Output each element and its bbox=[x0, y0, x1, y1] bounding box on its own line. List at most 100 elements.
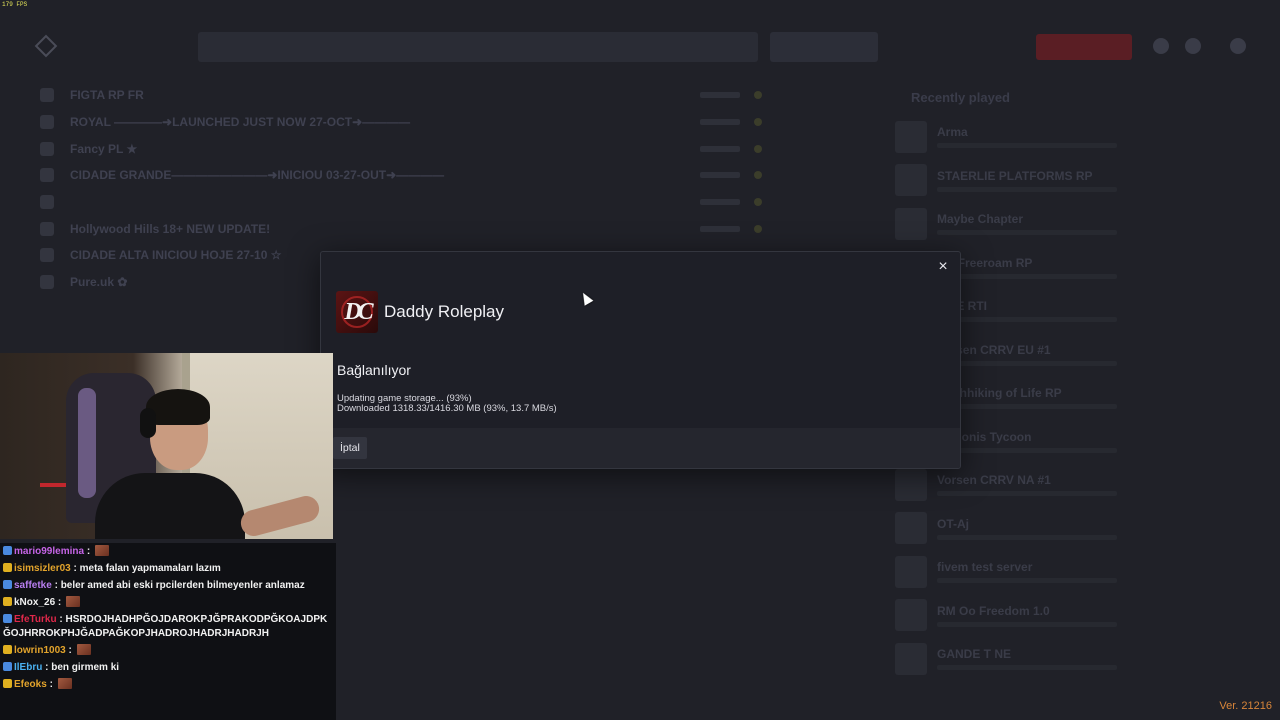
server-row[interactable]: Fancy PL ★ bbox=[30, 135, 780, 162]
ping-icon bbox=[754, 171, 762, 180]
chat-username[interactable]: EfeTurku bbox=[14, 614, 57, 625]
server-name: Pure.uk ✿ bbox=[70, 275, 128, 290]
player-bar bbox=[700, 172, 740, 179]
subtitle-bar bbox=[937, 230, 1117, 236]
player-bar bbox=[700, 225, 740, 232]
recent-server-item[interactable]: Vorsen CRRV NA #1 bbox=[895, 463, 1245, 507]
ping-icon bbox=[754, 224, 762, 233]
recent-server-name: Vorsen CRRV EU #1 bbox=[937, 342, 1051, 357]
server-search-input[interactable] bbox=[198, 32, 758, 62]
subtitle-bar bbox=[937, 491, 1117, 497]
chat-text: meta falan yapmamaları lazım bbox=[79, 562, 221, 574]
chat-text: ben girmem ki bbox=[51, 661, 120, 673]
filter-button[interactable] bbox=[770, 32, 878, 62]
stream-chat: mario99lemina : isimsizler03 : meta fala… bbox=[0, 543, 336, 720]
chat-username[interactable]: IlEbru bbox=[14, 662, 42, 673]
server-row[interactable]: ROYAL ————➜LAUNCHED JUST NOW 27-OCT➜———— bbox=[30, 109, 780, 136]
server-thumbnail bbox=[895, 599, 927, 632]
chat-emote-icon bbox=[66, 595, 81, 607]
top-bar bbox=[0, 28, 1280, 68]
server-thumbnail bbox=[895, 207, 927, 240]
recent-server-item[interactable]: Arma bbox=[895, 115, 1245, 159]
chat-username[interactable]: isimsizler03 bbox=[14, 563, 71, 574]
ping-icon bbox=[754, 118, 762, 127]
recent-server-item[interactable]: STAERLIE PLATFORMS RP bbox=[895, 159, 1245, 203]
server-icon bbox=[40, 275, 54, 290]
headset bbox=[140, 408, 156, 438]
chat-username[interactable]: mario99lemina bbox=[14, 546, 84, 557]
recent-server-name: GANDE T NE bbox=[937, 647, 1012, 662]
ping-icon bbox=[754, 198, 762, 207]
subtitle-bar bbox=[937, 143, 1117, 149]
chat-badge-icon bbox=[3, 678, 12, 688]
subtitle-bar bbox=[937, 578, 1117, 584]
server-row[interactable]: FIGTA RP FR bbox=[30, 82, 780, 109]
server-row[interactable] bbox=[30, 189, 780, 216]
recent-server-name: FIDE RTI bbox=[937, 299, 987, 314]
close-icon[interactable]: × bbox=[934, 258, 952, 276]
chat-separator: : bbox=[42, 661, 52, 673]
chat-emote-icon bbox=[57, 677, 72, 689]
subtitle-bar bbox=[937, 621, 1117, 627]
ping-icon bbox=[754, 144, 762, 153]
cancel-button[interactable]: İptal bbox=[333, 437, 367, 459]
recent-server-name: RM Oo Freedom 1.0 bbox=[937, 603, 1050, 618]
chat-separator: : bbox=[84, 545, 93, 557]
server-icon bbox=[40, 88, 54, 103]
chat-message: saffetke : beler amed abi eski rpcilerde… bbox=[0, 577, 336, 594]
server-logo: DC bbox=[336, 291, 378, 333]
chat-emote-icon bbox=[94, 544, 109, 556]
server-thumbnail bbox=[895, 642, 927, 675]
settings-icon[interactable] bbox=[1153, 38, 1169, 54]
subtitle-bar bbox=[937, 317, 1117, 323]
chat-message: lowrin1003 : bbox=[0, 642, 336, 659]
server-thumbnail bbox=[895, 468, 927, 501]
chat-username[interactable]: Efeoks bbox=[14, 679, 47, 690]
connection-status-title: Bağlanılıyor bbox=[337, 362, 411, 378]
chat-username[interactable]: kNox_26 bbox=[14, 597, 55, 608]
chat-text: beler amed abi eski rpcilerden bilmeyenl… bbox=[60, 579, 305, 591]
chat-message: EfeTurku : HSRDOJHADHPĞOJDAROKPJĞPRAKODP… bbox=[0, 611, 336, 642]
server-row[interactable]: CIDADE GRANDE————————➜INICIOU 03-27-OUT➜… bbox=[30, 162, 780, 189]
server-thumbnail bbox=[895, 120, 927, 153]
recent-server-name: Arma bbox=[937, 125, 968, 140]
recent-server-item[interactable]: Maybe Chapter bbox=[895, 202, 1245, 246]
server-icon bbox=[40, 168, 54, 183]
chat-badge-icon bbox=[3, 579, 12, 589]
recent-server-item[interactable]: fivem test server bbox=[895, 550, 1245, 594]
version-label: Ver. 21216 bbox=[1219, 700, 1272, 712]
chat-separator: : bbox=[46, 678, 56, 690]
server-name: CIDADE ALTA INICIOU HOJE 27-10 ☆ bbox=[70, 248, 282, 263]
chat-badge-icon bbox=[3, 644, 12, 654]
recent-server-item[interactable]: GANDE T NE bbox=[895, 637, 1245, 681]
menu-icon[interactable] bbox=[1230, 38, 1246, 54]
subtitle-bar bbox=[937, 186, 1117, 192]
chat-username[interactable]: lowrin1003 bbox=[14, 645, 66, 656]
subtitle-bar bbox=[937, 665, 1117, 671]
player-bar bbox=[700, 199, 740, 206]
subtitle-bar bbox=[937, 534, 1117, 540]
app-logo-icon bbox=[34, 34, 58, 58]
server-icon bbox=[40, 248, 54, 263]
server-icon bbox=[40, 141, 54, 156]
ping-icon bbox=[754, 91, 762, 100]
chair-accent bbox=[78, 388, 96, 498]
server-name: Fancy PL ★ bbox=[70, 141, 138, 156]
user-icon[interactable] bbox=[1185, 38, 1201, 54]
red-action-button[interactable] bbox=[1036, 34, 1132, 60]
chat-username[interactable]: saffetke bbox=[14, 580, 52, 591]
chat-message: Efeoks : bbox=[0, 676, 336, 693]
player-bar bbox=[700, 92, 740, 99]
chat-badge-icon bbox=[3, 596, 12, 606]
recent-server-item[interactable]: OT-Aj bbox=[895, 507, 1245, 551]
server-name: CIDADE GRANDE————————➜INICIOU 03-27-OUT➜… bbox=[70, 168, 445, 183]
server-row[interactable]: Hollywood Hills 18+ NEW UPDATE! bbox=[30, 215, 780, 242]
connecting-dialog: × DC Daddy Roleplay Bağlanılıyor Updatin… bbox=[320, 251, 961, 469]
recent-server-name: Lemonis Tycoon bbox=[937, 429, 1032, 444]
server-icon bbox=[40, 115, 54, 130]
chat-separator: : bbox=[70, 562, 80, 574]
recent-server-item[interactable]: RM Oo Freedom 1.0 bbox=[895, 594, 1245, 638]
recent-server-name: Maybe Chapter bbox=[937, 212, 1024, 227]
webcam-overlay bbox=[0, 353, 333, 539]
screen: FIGTA RP FR ROYAL ————➜LAUNCHED JUST NOW… bbox=[0, 0, 1280, 720]
